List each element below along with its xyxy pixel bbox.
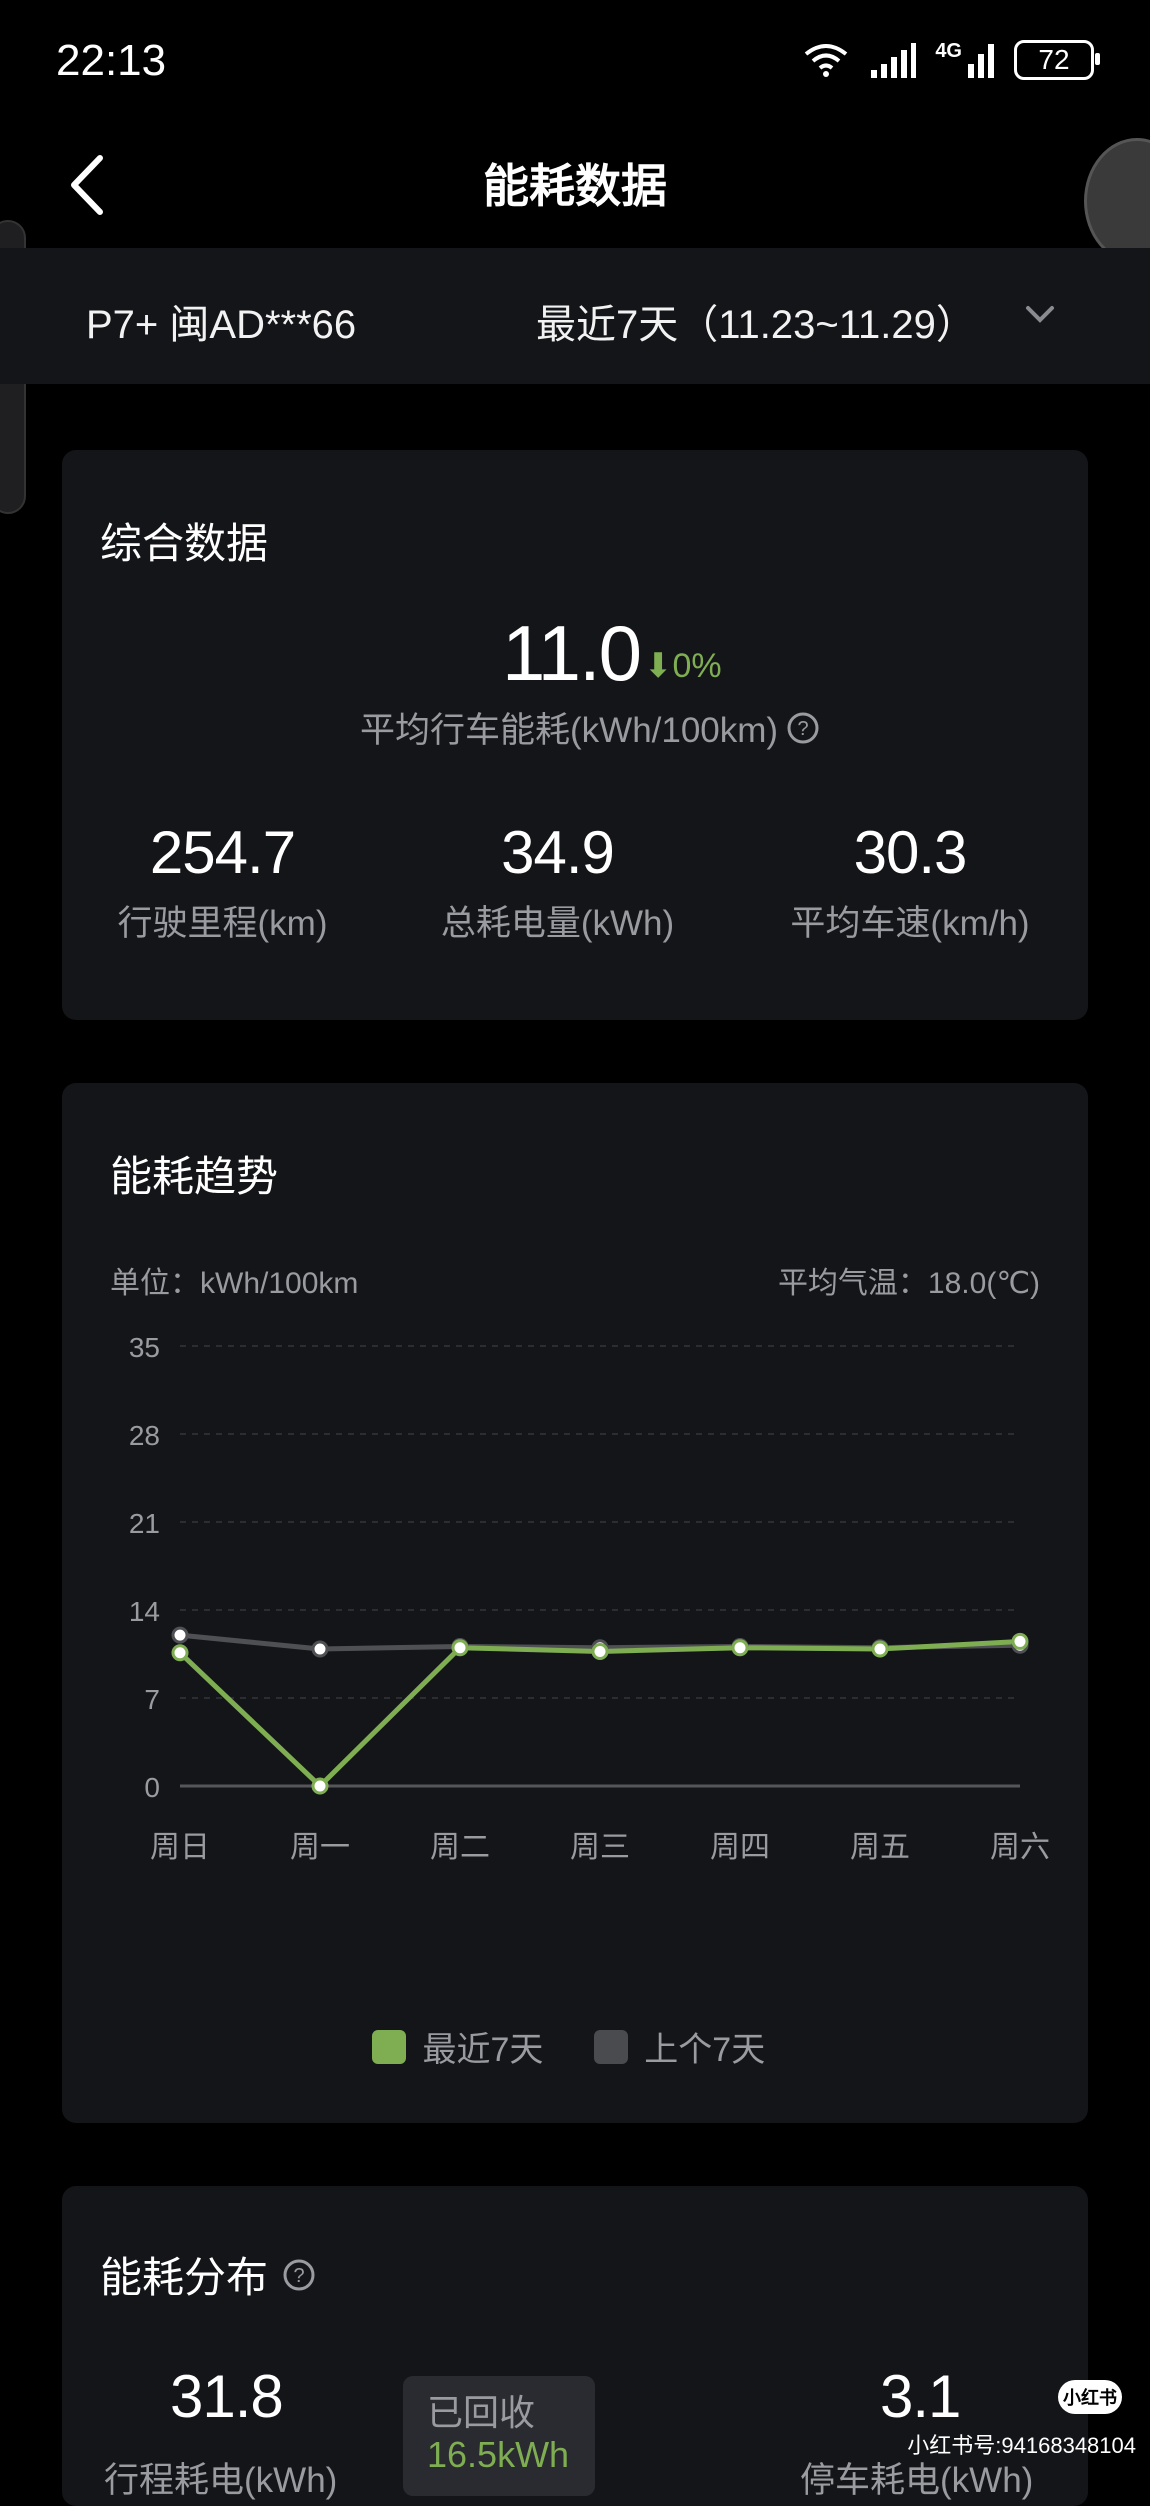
distribution-title: 能耗分布 ?	[100, 2244, 316, 2305]
car-selector[interactable]: P7+ 闽AD***66	[86, 292, 356, 350]
data-point-recent	[451, 1639, 469, 1657]
x-tick-label: 周二	[430, 1831, 490, 1864]
data-point-recent	[871, 1640, 889, 1658]
stat-label: 平均车速(km/h)	[790, 904, 1030, 943]
x-tick-label: 周三	[570, 1831, 630, 1864]
unit-label: 单位：kWh/100km	[110, 1267, 359, 1300]
data-point-recent	[731, 1639, 749, 1657]
trend-title: 能耗趋势	[110, 1153, 279, 1200]
chevron-down-icon[interactable]	[1020, 300, 1060, 330]
data-point-recent	[1011, 1632, 1029, 1650]
distribution-title-text: 能耗分布	[100, 2254, 269, 2301]
y-tick-label: 0	[144, 1772, 160, 1803]
x-tick-label: 周日	[150, 1831, 210, 1864]
change-value: 0%	[672, 647, 722, 685]
data-point-previous	[311, 1640, 329, 1658]
down-arrow-icon: ⬇	[644, 647, 673, 685]
network-label: 4G	[935, 40, 962, 62]
recovered-label: 已回收	[427, 2392, 536, 2433]
x-tick-label: 周四	[710, 1831, 770, 1864]
data-point-recent	[591, 1642, 609, 1660]
stat-label: 总耗电量(kWh)	[440, 904, 675, 943]
chart-legend: 最近7天 上个7天	[372, 2022, 765, 2071]
y-tick-label: 14	[129, 1596, 160, 1627]
trip-energy-label: 行程耗电(kWh)	[104, 2461, 338, 2500]
series-line-recent	[178, 1638, 1021, 1789]
stat-speed: 30.3 平均车速(km/h)	[770, 818, 1050, 946]
y-tick-label: 28	[129, 1420, 160, 1451]
recovered-tooltip: 已回收 16.5kWh	[403, 2376, 595, 2496]
watermark-logo: 小红书	[1058, 2380, 1122, 2414]
status-time: 22:13	[56, 36, 167, 85]
wifi-icon	[805, 44, 848, 77]
stat-label: 行驶里程(km)	[117, 904, 328, 943]
legend-label-recent: 最近7天	[422, 2031, 544, 2069]
status-icons: 4G 72	[801, 40, 1100, 80]
y-tick-label: 7	[144, 1684, 160, 1715]
signal-icon-2	[968, 44, 994, 78]
avg-consumption-value: 11.0	[502, 609, 642, 697]
stat-energy: 34.9 总耗电量(kWh)	[425, 818, 690, 946]
battery-level: 72	[1038, 44, 1070, 75]
stat-value: 254.7	[149, 819, 296, 886]
data-point-recent	[311, 1777, 329, 1795]
stat-value: 30.3	[853, 819, 968, 886]
stat-value: 34.9	[501, 819, 615, 886]
trip-energy-value: 31.8	[170, 2363, 284, 2430]
help-icon[interactable]: ?	[282, 2258, 316, 2292]
x-tick-label: 周六	[990, 1831, 1050, 1864]
data-point-recent	[171, 1644, 189, 1662]
avg-consumption-label: 平均行车能耗(kWh/100km) ?	[360, 702, 820, 753]
y-tick-label: 35	[129, 1332, 160, 1363]
legend-swatch-recent	[372, 2029, 406, 2064]
stat-mileage: 254.7 行驶里程(km)	[90, 818, 355, 946]
watermark-text: 小红书号:94168348104	[907, 2433, 1136, 2458]
battery-icon: 72	[1014, 40, 1100, 80]
watermark-logo-text: 小红书	[1063, 2388, 1117, 2408]
legend-label-previous: 上个7天	[644, 2031, 766, 2069]
legend-swatch-previous	[593, 2029, 628, 2064]
signal-icon	[871, 43, 917, 78]
recovered-value: 16.5kWh	[427, 2434, 570, 2475]
svg-text:?: ?	[798, 718, 809, 740]
change-indicator: ⬇0%	[644, 646, 722, 686]
x-tick-label: 周五	[850, 1831, 910, 1864]
date-range-selector[interactable]: 最近7天（11.23~11.29）	[536, 292, 976, 350]
avg-label-text: 平均行车能耗(kWh/100km)	[360, 711, 779, 750]
temperature-label: 平均气温：18.0(℃)	[777, 1267, 1040, 1300]
svg-text:?: ?	[293, 2265, 304, 2287]
trend-chart: 35 28 21 14 7 0 周日 周一 周二 周三 周四 周五 周六	[129, 1332, 1050, 1864]
parking-energy-value: 3.1	[880, 2363, 961, 2430]
data-point-previous	[171, 1626, 189, 1644]
y-tick-label: 21	[129, 1508, 160, 1539]
summary-title: 综合数据	[100, 520, 269, 567]
help-icon[interactable]: ?	[786, 711, 820, 745]
x-tick-label: 周一	[290, 1831, 350, 1864]
page-title: 能耗数据	[483, 160, 667, 212]
